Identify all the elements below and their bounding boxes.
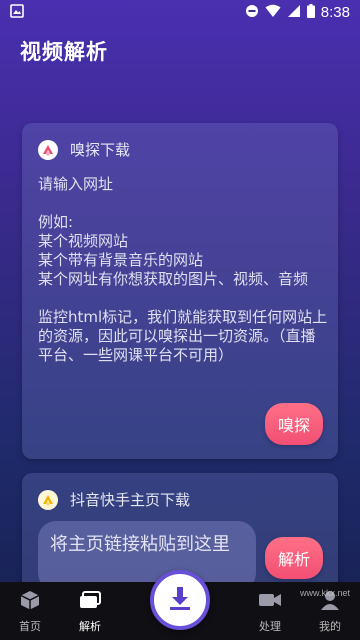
sniff-card-title: 嗅探下载	[70, 141, 131, 159]
douyin-card-header: 抖音快手主页下载	[38, 489, 190, 510]
nav-label-process: 处理	[259, 620, 281, 633]
sniff-card-description: 请输入网址 例如: 某个视频网站 某个带有背景音乐的网站 某个网址有你想获取的图…	[38, 175, 328, 364]
page-title: 视频解析	[20, 40, 108, 64]
signal-icon	[287, 4, 301, 21]
nav-item-home[interactable]: 首页	[6, 590, 54, 634]
watermark: www.kkx.net	[299, 588, 350, 598]
video-camera-icon	[258, 591, 282, 612]
cards-icon	[78, 590, 102, 613]
parse-button[interactable]: 解析	[265, 537, 323, 579]
wifi-icon	[265, 4, 281, 21]
sniff-app-icon	[38, 139, 58, 160]
sniff-download-card: 嗅探下载 请输入网址 例如: 某个视频网站 某个带有背景音乐的网站 某个网址有你…	[22, 123, 338, 459]
nav-label-parse: 解析	[79, 620, 101, 633]
battery-icon	[306, 3, 315, 21]
homepage-link-input[interactable]: 将主页链接粘贴到这里	[38, 521, 256, 591]
nav-label-mine: 我的	[319, 620, 341, 633]
download-fab[interactable]	[150, 570, 210, 630]
cube-icon	[19, 589, 41, 614]
download-icon	[166, 584, 194, 616]
nav-item-process[interactable]: 处理	[246, 590, 294, 634]
status-bar: 8:38	[0, 0, 360, 24]
douyin-app-icon	[38, 489, 58, 510]
douyin-card-title: 抖音快手主页下载	[70, 491, 191, 509]
sniff-button[interactable]: 嗅探	[265, 403, 323, 445]
sniff-card-header: 嗅探下载	[38, 139, 130, 160]
dnd-icon	[245, 4, 259, 21]
nav-label-home: 首页	[19, 620, 41, 633]
status-time: 8:38	[320, 3, 350, 21]
gallery-notification-icon	[10, 3, 24, 21]
nav-item-parse[interactable]: 解析	[66, 590, 114, 634]
